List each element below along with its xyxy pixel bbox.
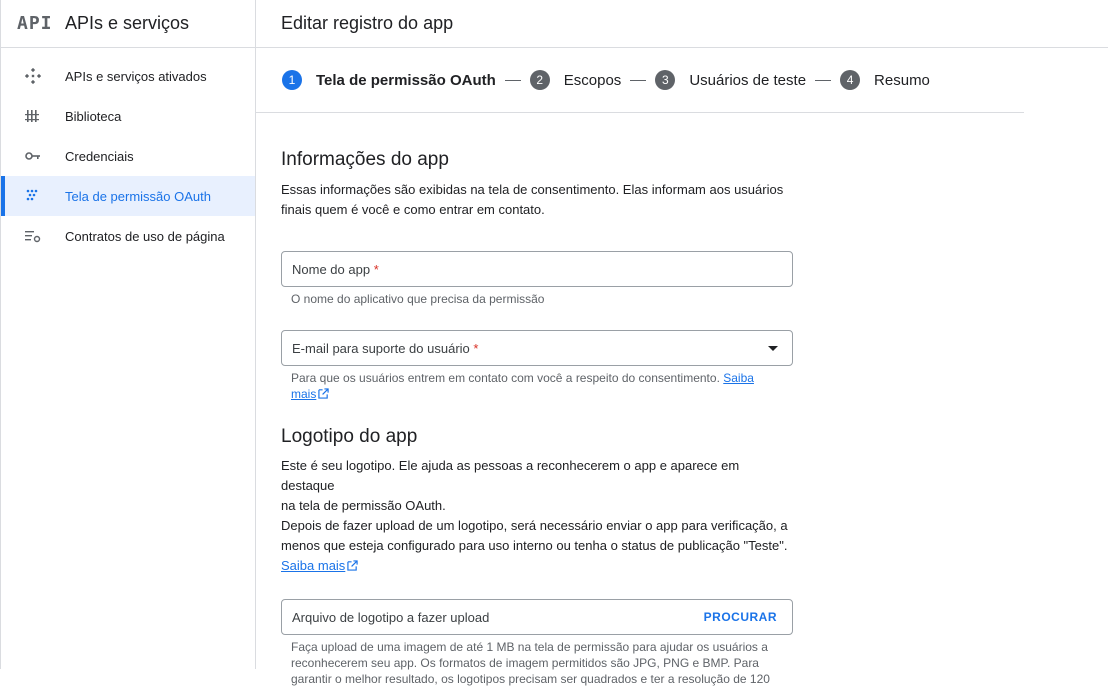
required-marker: * bbox=[373, 261, 379, 277]
step-number: 1 bbox=[282, 70, 302, 90]
hint-line: garantir o melhor resultado, os logotipo… bbox=[291, 672, 770, 686]
step-number: 3 bbox=[655, 70, 676, 90]
learn-more-link[interactable]: Saiba mais bbox=[281, 558, 345, 573]
step-label: Usuários de teste bbox=[689, 71, 807, 89]
description-line: Depois de fazer upload de um logotipo, s… bbox=[281, 518, 788, 533]
stepper: 1 Tela de permissão OAuth 2 Escopos 3 Us… bbox=[256, 48, 1024, 113]
learn-more-link[interactable]: Saiba bbox=[723, 371, 754, 385]
logo-upload-field[interactable]: Arquivo de logotipo a fazer upload PROCU… bbox=[281, 599, 793, 635]
main-panel: Editar registro do app 1 Tela de permiss… bbox=[256, 0, 1108, 686]
dashboard-diamond-icon bbox=[25, 68, 41, 84]
hint-line: Faça upload de uma imagem de até 1 MB na… bbox=[291, 640, 768, 654]
consent-dots-icon bbox=[26, 189, 38, 201]
sidebar-item-label: Tela de permissão OAuth bbox=[65, 188, 211, 204]
page-title: Editar registro do app bbox=[256, 0, 1108, 48]
app-info-heading: Informações do app bbox=[281, 149, 449, 170]
external-link-icon bbox=[347, 560, 358, 571]
description-line: na tela de permissão OAuth. bbox=[281, 498, 446, 513]
logo-upload-hint: Faça upload de uma imagem de até 1 MB na… bbox=[281, 639, 793, 687]
required-marker: * bbox=[473, 340, 479, 356]
logo-description: Este é seu logotipo. Ele ajuda as pessoa… bbox=[281, 456, 793, 576]
step-oauth-consent[interactable]: 1 Tela de permissão OAuth bbox=[282, 70, 496, 90]
step-divider bbox=[630, 79, 647, 81]
sidebar-item-credentials[interactable]: Credenciais bbox=[1, 136, 255, 176]
sidebar-item-oauth-consent[interactable]: Tela de permissão OAuth bbox=[1, 176, 255, 216]
app-name-placeholder: Nome do app * bbox=[292, 261, 379, 277]
api-logo-icon[interactable]: API bbox=[17, 13, 52, 34]
sidebar-nav: APIs e serviços ativados Biblioteca Cred bbox=[1, 48, 255, 256]
description-line: Este é seu logotipo. Ele ajuda as pessoa… bbox=[281, 458, 740, 493]
library-icon bbox=[25, 110, 39, 122]
step-number: 4 bbox=[840, 70, 861, 90]
sidebar-item-label: APIs e serviços ativados bbox=[65, 68, 207, 84]
app-name-field[interactable]: Nome do app * bbox=[281, 251, 793, 287]
logo-heading: Logotipo do app bbox=[281, 426, 418, 447]
browse-button[interactable]: PROCURAR bbox=[704, 610, 777, 624]
sidebar-header: API APIs e serviços bbox=[1, 0, 255, 48]
logo-upload-placeholder: Arquivo de logotipo a fazer upload bbox=[292, 609, 490, 625]
description-line: Essas informações são exibidas na tela d… bbox=[281, 182, 784, 197]
app-info-description: Essas informações são exibidas na tela d… bbox=[281, 180, 793, 220]
sidebar-item-label: Biblioteca bbox=[65, 108, 122, 124]
sidebar-item-page-agreements[interactable]: Contratos de uso de página bbox=[1, 216, 255, 256]
sidebar-title: APIs e serviços bbox=[65, 13, 190, 33]
sidebar-item-library[interactable]: Biblioteca bbox=[1, 96, 255, 136]
sidebar-item-enabled-apis[interactable]: APIs e serviços ativados bbox=[1, 56, 255, 96]
step-divider bbox=[815, 79, 832, 81]
support-email-select[interactable]: E-mail para suporte do usuário * bbox=[281, 330, 793, 366]
settings-list-icon bbox=[25, 231, 41, 243]
step-label: Escopos bbox=[563, 71, 622, 89]
step-summary[interactable]: 4 Resumo bbox=[840, 70, 930, 90]
description-line: finais quem é você e como entrar em cont… bbox=[281, 202, 545, 217]
app-name-hint: O nome do aplicativo que precisa da perm… bbox=[291, 292, 545, 306]
description-line: menos que esteja configurado para uso in… bbox=[281, 538, 788, 553]
key-icon bbox=[25, 152, 40, 160]
sidebar-item-label: Credenciais bbox=[65, 148, 134, 164]
step-divider bbox=[504, 79, 521, 81]
step-label: Resumo bbox=[874, 71, 930, 89]
support-email-placeholder: E-mail para suporte do usuário * bbox=[292, 340, 479, 356]
sidebar-item-label: Contratos de uso de página bbox=[65, 228, 225, 244]
step-number: 2 bbox=[529, 70, 550, 90]
step-scopes[interactable]: 2 Escopos bbox=[529, 70, 622, 90]
learn-more-link[interactable]: mais bbox=[291, 387, 316, 401]
step-label: Tela de permissão OAuth bbox=[316, 71, 496, 89]
support-email-hint: Para que os usuários entrem em contato c… bbox=[291, 371, 754, 401]
dropdown-arrow-icon bbox=[768, 346, 778, 351]
external-link-icon bbox=[318, 388, 330, 399]
sidebar: API APIs e serviços APIs e serviços ativ… bbox=[0, 0, 256, 669]
step-test-users[interactable]: 3 Usuários de teste bbox=[655, 70, 806, 90]
form-content: Informações do app Essas informações são… bbox=[281, 113, 793, 687]
